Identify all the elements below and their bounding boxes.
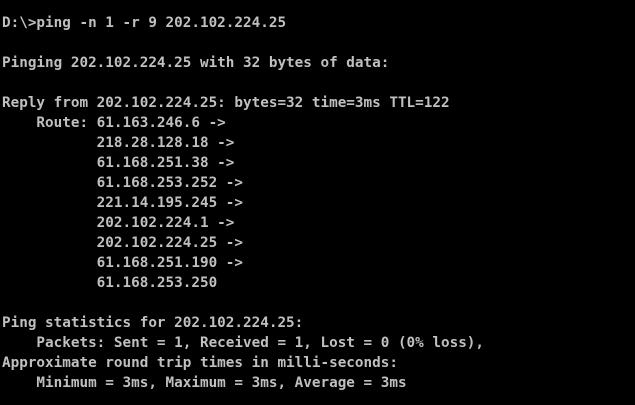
route-hop-line: 202.102.224.25 -> [2,235,244,251]
route-hop-line: 61.168.251.190 -> [2,255,244,271]
command-prompt-console[interactable]: D:\>ping -n 1 -r 9 202.102.224.25 Pingin… [0,0,635,405]
pinging-line: Pinging 202.102.224.25 with 32 bytes of … [2,55,390,71]
route-hop-line: 61.168.253.252 -> [2,175,244,191]
statistics-header-line: Ping statistics for 202.102.224.25: [2,315,304,331]
command-line: D:\>ping -n 1 -r 9 202.102.224.25 [2,15,287,31]
route-hop-line: Route: 61.163.246.6 -> [2,115,226,131]
route-hop-line: 61.168.251.38 -> [2,155,235,171]
round-trip-header-line: Approximate round trip times in milli-se… [2,355,398,371]
route-hop-line: 202.102.224.1 -> [2,215,235,231]
route-hop-line: 221.14.195.245 -> [2,195,244,211]
route-hop-line: 218.28.128.18 -> [2,135,235,151]
route-hop-line: 61.168.253.250 [2,275,218,291]
packets-summary-line: Packets: Sent = 1, Received = 1, Lost = … [2,335,485,351]
reply-line: Reply from 202.102.224.25: bytes=32 time… [2,95,450,111]
round-trip-times-line: Minimum = 3ms, Maximum = 3ms, Average = … [2,375,407,391]
